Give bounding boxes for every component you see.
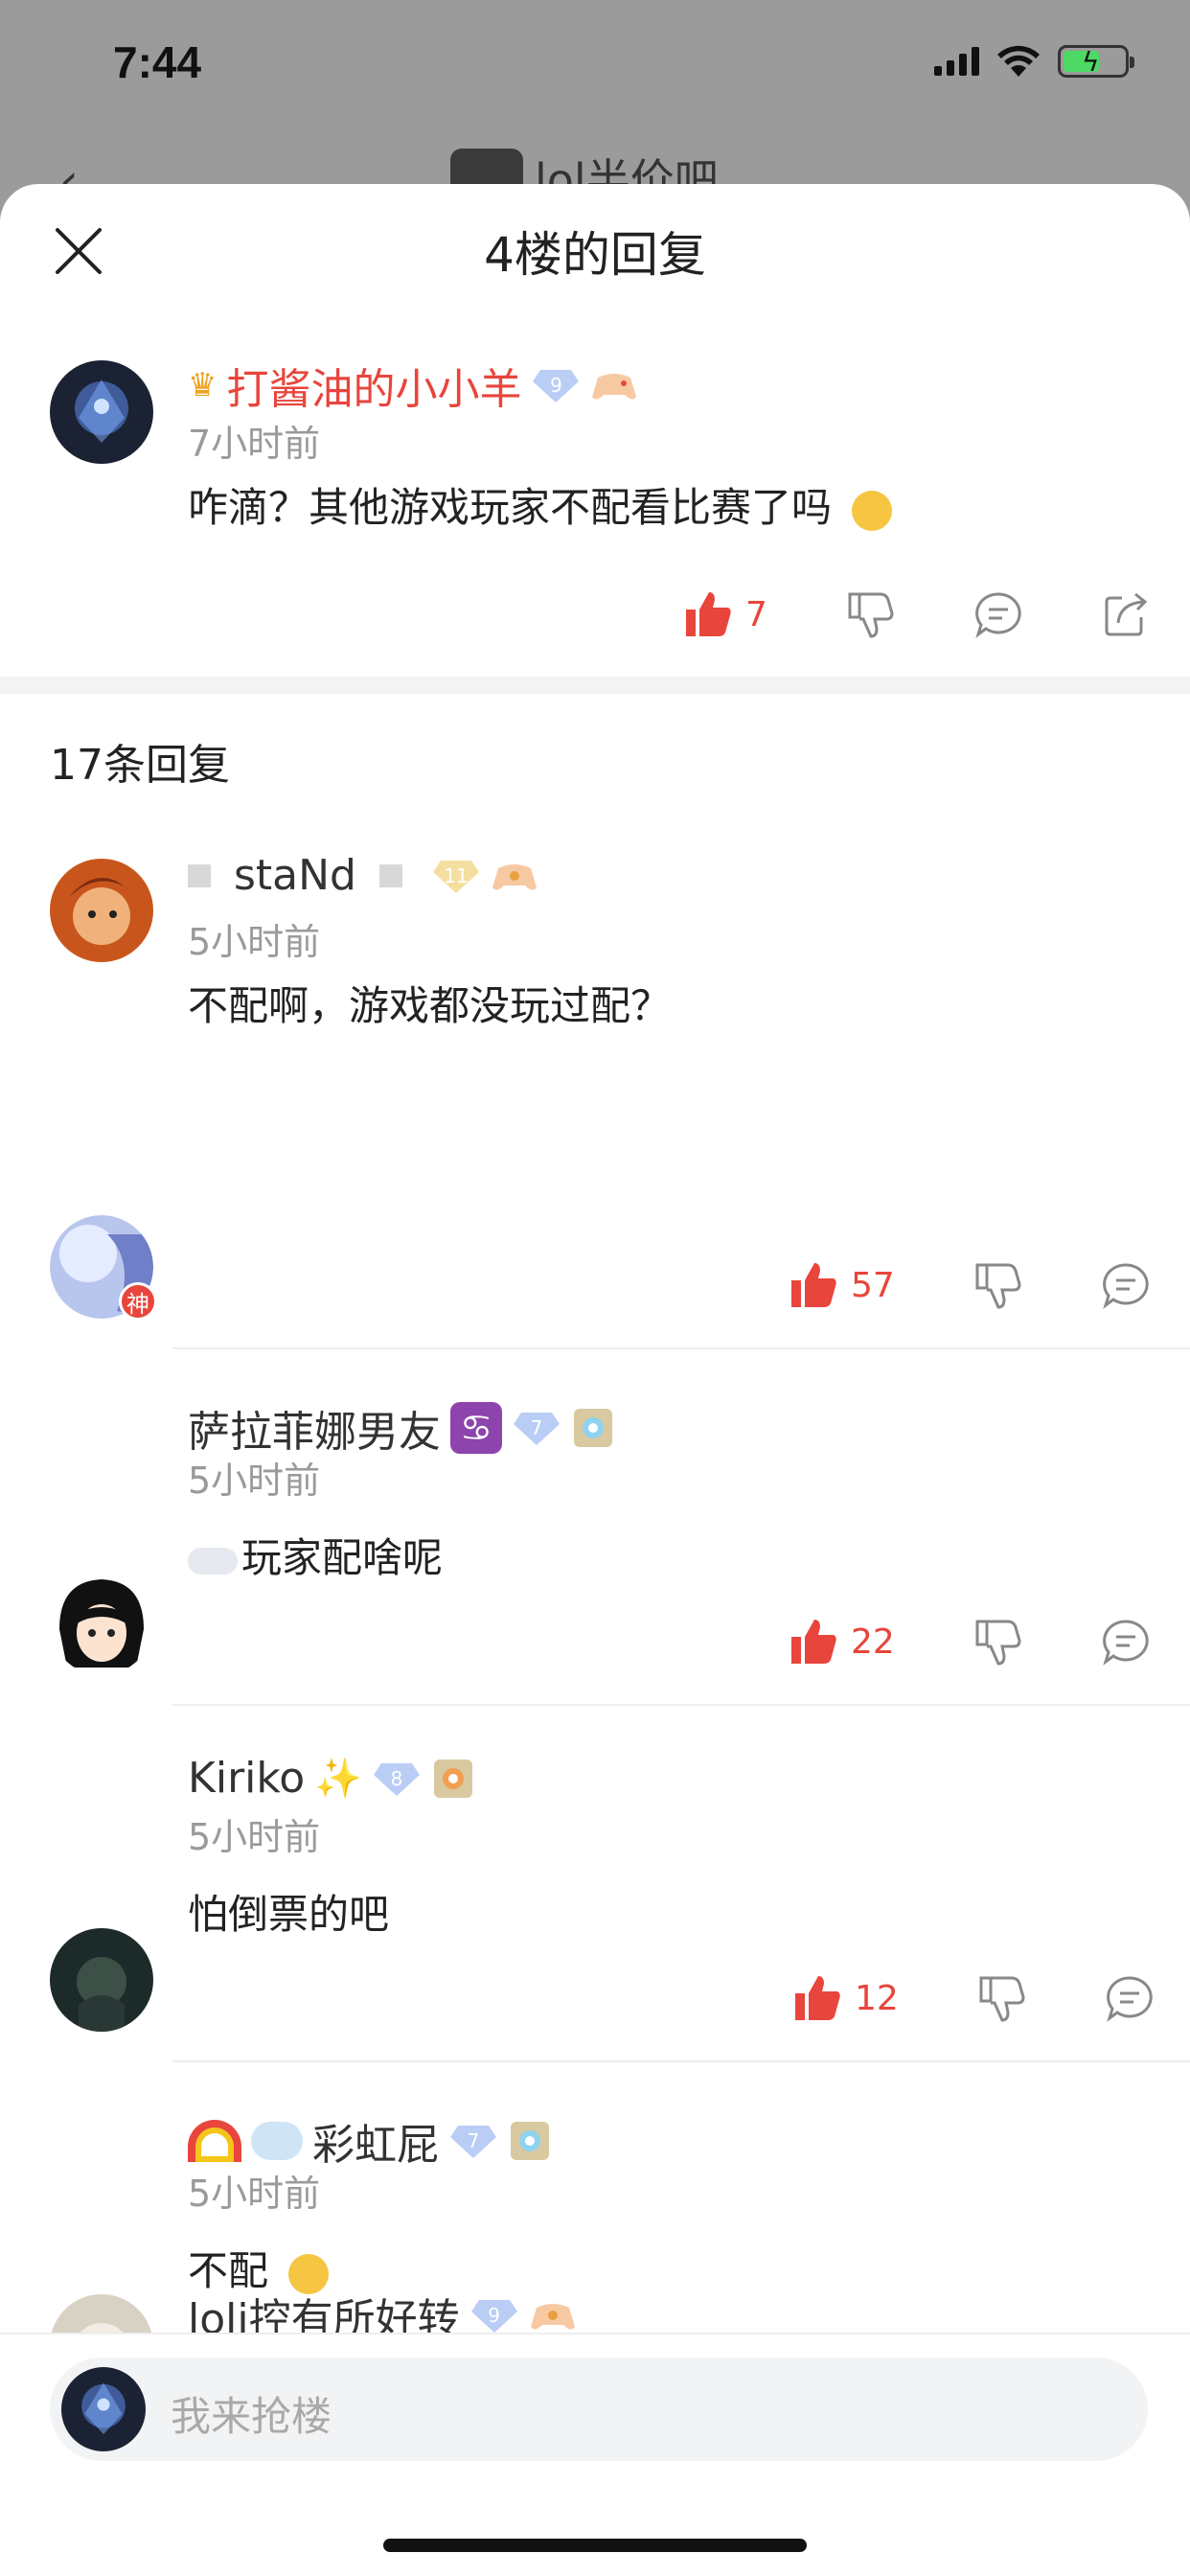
level-badge: 9 xyxy=(531,366,581,404)
reply-actions: 12 xyxy=(791,1972,1156,2024)
like-count: 7 xyxy=(745,594,767,634)
reply-content: 不配啊，游戏都没玩过配？ xyxy=(188,982,672,1029)
author-name[interactable]: Kiriko xyxy=(188,1754,305,1803)
comment-icon[interactable] xyxy=(973,588,1024,640)
reply-content: 怕倒票的吧 xyxy=(188,1891,390,1938)
divider xyxy=(172,1347,1190,1349)
gamepad-icon xyxy=(492,863,537,890)
sun-badge-icon xyxy=(434,1759,473,1798)
thumbs-down-icon[interactable] xyxy=(975,1972,1027,2024)
sheet-title: 4楼的回复 xyxy=(484,227,706,283)
sparkles-icon: ✨ xyxy=(314,1757,363,1801)
sun-badge-icon xyxy=(574,1409,612,1447)
post-content-text: 咋滴？其他游戏玩家不配看比赛了吗 xyxy=(188,484,833,531)
cloud-icon xyxy=(188,1547,238,1575)
reply-time: 5小时前 xyxy=(188,1460,321,1502)
level-badge: 7 xyxy=(448,2122,498,2160)
avatar[interactable] xyxy=(50,1572,153,1675)
cellular-signal-icon xyxy=(934,47,979,76)
reply-author-row: 萨拉菲娜男友 ♋ 7 xyxy=(188,1397,615,1459)
like-count: 12 xyxy=(855,1978,899,2018)
reply-actions: 22 xyxy=(788,1616,1152,1668)
like-button[interactable]: 7 xyxy=(682,588,767,640)
cancer-zodiac-icon: ♋ xyxy=(450,1402,502,1454)
thumbs-down-icon[interactable] xyxy=(844,588,896,640)
reply-author-row: Kiriko ✨ 8 xyxy=(188,1754,475,1803)
level-badge: 11 xyxy=(431,857,481,895)
thumbs-down-icon[interactable] xyxy=(972,1616,1023,1668)
level-badge: 9 xyxy=(469,2296,519,2334)
wifi-icon xyxy=(997,45,1040,77)
reply-actions: 57 xyxy=(788,1259,1152,1311)
divider xyxy=(172,2060,1190,2062)
avatar[interactable] xyxy=(50,360,153,464)
author-name[interactable]: 萨拉菲娜男友 xyxy=(188,1397,441,1459)
level-badge: 7 xyxy=(512,1409,561,1447)
reply-input[interactable]: 我来抢楼 xyxy=(50,2358,1148,2461)
composer-bar: 我来抢楼 xyxy=(0,2333,1190,2576)
dash-cloud-icon xyxy=(251,2122,303,2160)
reply-content: 玩家配啥呢 xyxy=(188,1526,443,1584)
comment-icon[interactable] xyxy=(1100,1259,1152,1311)
thumbs-up-icon xyxy=(686,592,731,636)
thumbs-up-icon xyxy=(791,1620,836,1664)
like-count: 57 xyxy=(851,1265,895,1305)
rainbow-icon xyxy=(188,2120,241,2162)
gamepad-icon xyxy=(530,2304,575,2330)
main-post-author-row: ♛ 打酱油的小小羊 9 xyxy=(188,355,638,416)
crown-icon: ♛ xyxy=(188,366,217,404)
comment-icon[interactable] xyxy=(1104,1972,1156,2024)
thumbs-up-icon xyxy=(795,1976,840,2020)
like-button[interactable]: 57 xyxy=(788,1259,895,1311)
avatar-badge: 神 xyxy=(119,1282,157,1321)
author-name[interactable]: staNd xyxy=(234,851,356,900)
level-badge: 8 xyxy=(372,1760,422,1798)
square-icon xyxy=(378,863,402,887)
thumbs-down-icon[interactable] xyxy=(972,1259,1023,1311)
avatar[interactable]: 神 xyxy=(50,1215,157,1321)
reply-time: 5小时前 xyxy=(188,2173,321,2215)
like-button[interactable]: 22 xyxy=(788,1616,895,1668)
comment-icon[interactable] xyxy=(1100,1616,1152,1668)
section-separator xyxy=(0,677,1190,694)
avatar[interactable] xyxy=(50,1928,153,2032)
divider xyxy=(172,1704,1190,1706)
avatar[interactable] xyxy=(50,859,153,962)
avatar xyxy=(61,2367,146,2451)
reply-author-row: 彩虹屁 7 xyxy=(188,2110,552,2172)
like-count: 22 xyxy=(851,1622,895,1662)
reply-time: 5小时前 xyxy=(188,921,321,963)
emoji-face-icon xyxy=(852,490,893,531)
reply-count-label: 17条回复 xyxy=(50,741,230,790)
home-indicator xyxy=(383,2539,807,2552)
reply-sheet: 4楼的回复 ♛ 打酱油的小小羊 9 7小时前 咋滴？其他游戏玩家不配看比赛了吗 … xyxy=(0,184,1190,2576)
status-icons: ϟ xyxy=(934,44,1134,79)
reply-author-row: staNd 11 xyxy=(188,851,538,900)
gamepad-icon xyxy=(592,374,637,400)
share-icon[interactable] xyxy=(1101,588,1153,640)
post-time: 7小时前 xyxy=(188,423,321,465)
main-post-actions: 7 xyxy=(682,588,1153,640)
reply-content-text: 玩家配啥呢 xyxy=(241,1534,444,1581)
reply-time: 5小时前 xyxy=(188,1816,321,1858)
sun-badge-icon xyxy=(511,2122,549,2160)
author-name[interactable]: 彩虹屁 xyxy=(312,2110,439,2172)
like-button[interactable]: 12 xyxy=(791,1972,899,2024)
square-icon xyxy=(188,863,211,887)
reply-input-placeholder: 我来抢楼 xyxy=(171,2393,332,2440)
author-name[interactable]: 打酱油的小小羊 xyxy=(226,355,521,416)
post-content: 咋滴？其他游戏玩家不配看比赛了吗 xyxy=(188,475,893,534)
thumbs-up-icon xyxy=(791,1263,836,1307)
status-time: 7:44 xyxy=(113,37,202,87)
battery-icon: ϟ xyxy=(1058,45,1134,78)
